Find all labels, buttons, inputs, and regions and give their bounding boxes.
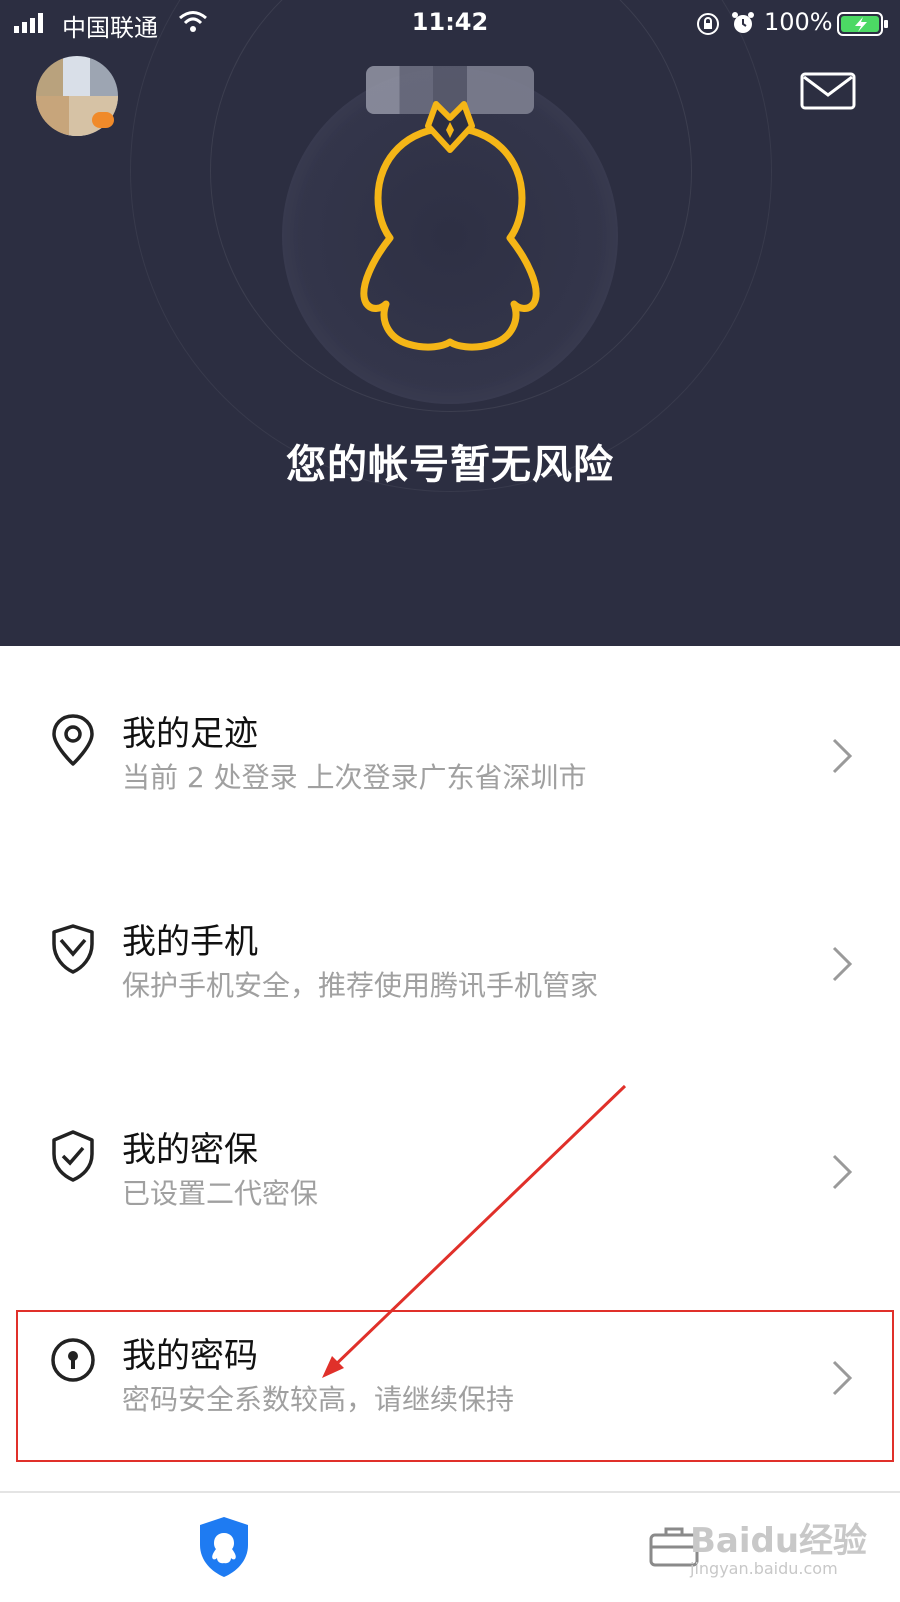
annotation-arrow — [322, 1084, 627, 1378]
bottom-tab-bar: Baidu经验 jingyan.baidu.com — [0, 1491, 900, 1602]
security-shield-icon[interactable] — [196, 1515, 252, 1579]
baidu-watermark-url: jingyan.baidu.com — [690, 1559, 838, 1578]
baidu-watermark: Baidu经验 — [690, 1521, 868, 1561]
